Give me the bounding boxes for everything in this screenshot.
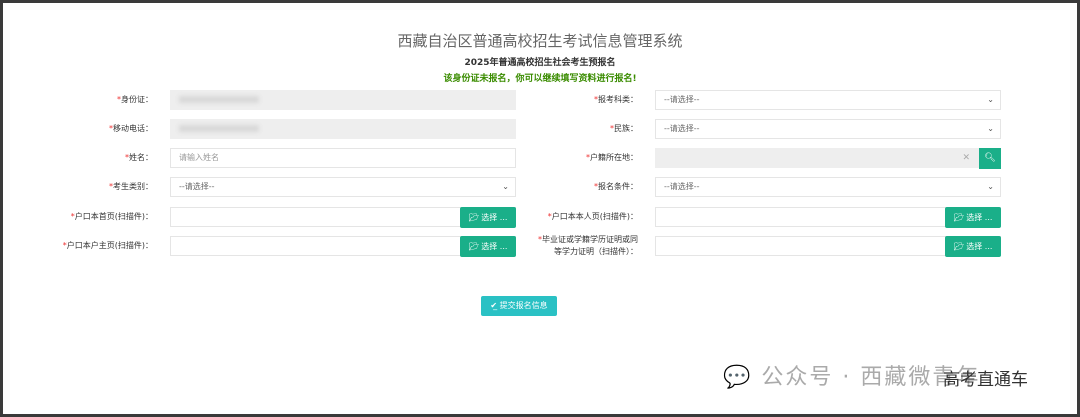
right-select-3[interactable]: --请选择-- ⌄ [655,177,1001,197]
check-icon: ✔̲ [490,301,500,310]
left-label-5: *户口本户主页(扫描件)： [62,241,153,250]
chevron-down-icon: ⌄ [987,95,994,104]
right-label-4: *户口本本人页(扫描件)： [547,212,638,221]
right-file-input-5[interactable]: 📂︎ 选择 ... [655,236,1001,257]
choose-file-button[interactable]: 📂︎ 选择 ... [945,236,1001,257]
choose-file-button[interactable]: 📂︎ 选择 ... [460,236,516,257]
right-label-0: *报考科类： [594,95,638,104]
search-button[interactable]: 🔍︎ [979,148,1001,169]
right-label-3: *报名条件： [594,182,638,191]
left-file-input-5[interactable]: 📂︎ 选择 ... [170,236,516,257]
choose-file-button[interactable]: 📂︎ 选择 ... [945,207,1001,228]
clear-icon[interactable]: ✕ [962,149,970,167]
right-label-2: *户籍所在地： [586,153,638,162]
status-notice: 该身份证未报名，你可以继续填写资料进行报名! [443,74,637,84]
right-select-0[interactable]: --请选择-- ⌄ [655,90,1001,110]
residence-field[interactable]: ✕ 🔍︎ [655,148,1001,169]
page-title: 西藏自治区普通高校招生考试信息管理系统 [397,32,683,50]
folder-open-icon: 📂︎ [953,242,964,251]
submit-button[interactable]: ✔̲ 提交报名信息 [481,296,557,316]
watermark: 💬 公众号 · 西藏微青年 [723,365,981,390]
folder-open-icon: 📂︎ [953,213,964,222]
chevron-down-icon: ⌄ [987,124,994,133]
page-subtitle: 2025年普通高校招生社会考生预报名 [464,58,616,68]
right-select-1[interactable]: --请选择-- ⌄ [655,119,1001,139]
wechat-icon: 💬 [723,365,753,390]
chevron-down-icon: ⌄ [987,182,994,191]
folder-open-icon: 📂︎ [468,242,479,251]
right-file-input-4[interactable]: 📂︎ 选择 ... [655,207,1001,228]
registration-page: 西藏自治区普通高校招生考试信息管理系统 2025年普通高校招生社会考生预报名 该… [3,3,1077,414]
right-label-5: *毕业证或学籍学历证明或同等学力证明（扫描件）： [538,235,638,256]
right-label-1: *民族： [610,124,638,133]
watermark-overlay: 高考直通车 [943,370,1028,390]
